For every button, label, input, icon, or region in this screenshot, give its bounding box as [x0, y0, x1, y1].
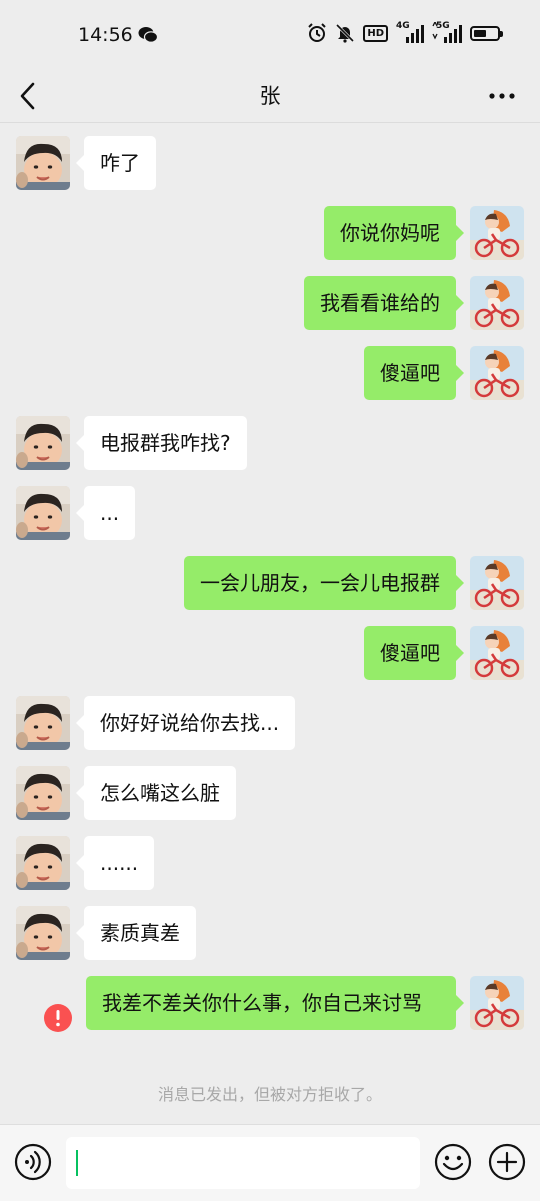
signal-5g-icon: 5G — [432, 22, 462, 44]
wechat-notification-icon — [138, 27, 158, 43]
contact-avatar[interactable] — [16, 486, 70, 540]
exclamation-circle-icon[interactable] — [43, 1003, 73, 1033]
message-bubble[interactable]: 你好好说给你去找... — [75, 696, 296, 750]
rejected-notice: 消息已发出，但被对方拒收了。 — [157, 1085, 382, 1104]
message-bubble[interactable]: 你说你妈呢 — [324, 206, 464, 260]
message-bubble[interactable]: 傻逼吧 — [364, 626, 464, 680]
mute-bell-icon — [336, 23, 355, 43]
message-bubble[interactable]: 电报群我咋找? — [76, 416, 247, 470]
chat-title: 张 — [259, 84, 281, 108]
contact-avatar[interactable] — [16, 136, 70, 190]
emoji-icon[interactable] — [434, 1143, 472, 1181]
message-bubble[interactable]: 我差不差关你什么事，你自己来讨骂 — [86, 976, 464, 1030]
message-list[interactable]: 咋了 你说你妈呢 我看看谁给的 傻逼吧 电报群我咋找? ... 一会儿朋友，一会… — [0, 123, 540, 1123]
battery-icon — [470, 25, 503, 41]
back-chevron-icon[interactable] — [16, 78, 40, 114]
message-bubble[interactable]: 我看看谁给的 — [304, 276, 464, 330]
contact-avatar[interactable] — [16, 696, 70, 750]
contact-avatar[interactable] — [16, 416, 70, 470]
my-avatar[interactable] — [470, 206, 524, 260]
status-bar: 14:56 HD 4G 5G — [0, 0, 540, 72]
message-bubble[interactable]: ...... — [75, 836, 155, 890]
status-time: 14:56 — [78, 24, 133, 46]
my-avatar[interactable] — [470, 976, 524, 1030]
chat-header: 张 — [0, 72, 540, 123]
my-avatar[interactable] — [470, 626, 524, 680]
voice-icon[interactable] — [14, 1143, 52, 1181]
contact-avatar[interactable] — [16, 836, 70, 890]
contact-avatar[interactable] — [16, 906, 70, 960]
message-bubble[interactable]: 咋了 — [76, 136, 156, 190]
message-input[interactable] — [66, 1137, 420, 1189]
message-bubble[interactable]: 傻逼吧 — [364, 346, 464, 400]
message-bubble[interactable]: 怎么嘴这么脏 — [76, 766, 236, 820]
my-avatar[interactable] — [470, 276, 524, 330]
hd-badge: HD — [363, 24, 388, 42]
input-bar — [0, 1124, 540, 1201]
my-avatar[interactable] — [470, 556, 524, 610]
signal-4g-icon: 4G — [396, 22, 424, 44]
plus-circle-icon[interactable] — [488, 1143, 526, 1181]
alarm-icon — [308, 23, 327, 42]
status-icons: HD 4G 5G — [307, 22, 503, 44]
my-avatar[interactable] — [470, 346, 524, 400]
message-bubble[interactable]: ... — [75, 486, 136, 540]
more-dots-icon[interactable] — [488, 84, 516, 108]
message-bubble[interactable]: 一会儿朋友，一会儿电报群 — [184, 556, 464, 610]
contact-avatar[interactable] — [16, 766, 70, 820]
text-caret — [76, 1150, 78, 1176]
message-bubble[interactable]: 素质真差 — [76, 906, 196, 960]
